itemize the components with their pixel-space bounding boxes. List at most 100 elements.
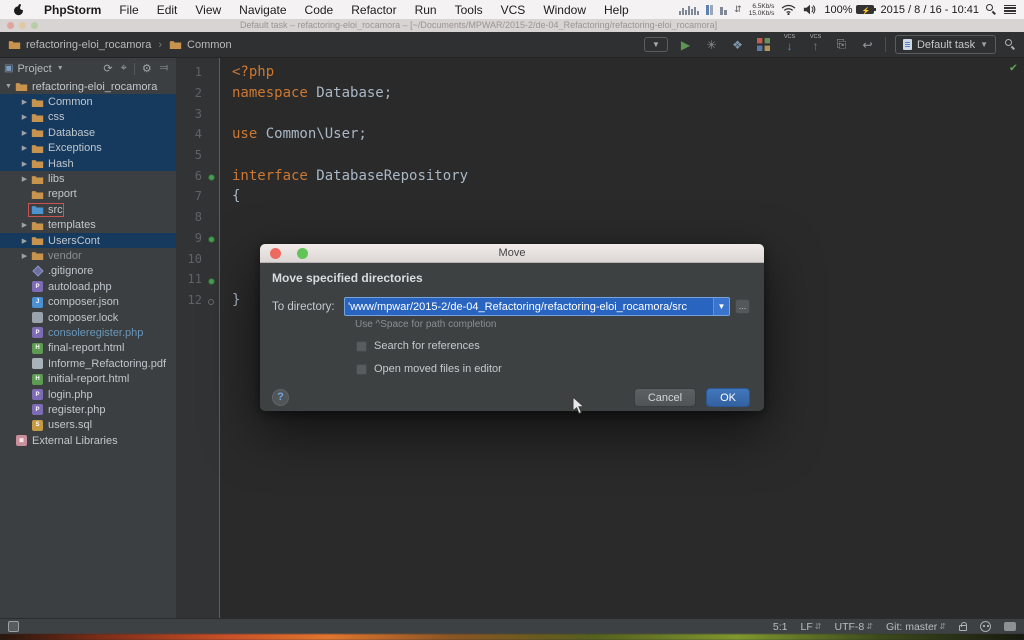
tree-item-database[interactable]: ▶Database [0,125,176,140]
run-icon[interactable]: ▶ [677,36,694,53]
spotlight-search-icon[interactable] [986,4,997,15]
tree-item-userscont[interactable]: ▶UsersCont [0,233,176,248]
tree-item-src[interactable]: src [0,202,176,217]
tree-item--gitignore[interactable]: .gitignore [0,264,176,279]
menu-item-run[interactable]: Run [406,3,446,17]
tree-item-css[interactable]: ▶css [0,110,176,125]
close-window-icon[interactable] [7,22,14,29]
tree-item-final-report-html[interactable]: Hfinal-report.html [0,341,176,356]
tree-expand-icon[interactable]: ▶ [20,221,29,229]
toolwindow-toggle-icon[interactable] [8,621,19,632]
menu-item-phpstorm[interactable]: PhpStorm [35,3,110,17]
tree-expand-icon[interactable]: ▶ [20,237,29,245]
code-line-3[interactable]: 3 [176,103,1024,124]
chevron-down-icon[interactable]: ▼ [57,65,64,72]
tree-item-autoload-php[interactable]: Pautoload.php [0,279,176,294]
hide-panel-icon[interactable]: ⫤ [160,62,168,75]
tree-item-login-php[interactable]: Plogin.php [0,387,176,402]
code-line-1[interactable]: 1<?php [176,62,1024,83]
menu-item-refactor[interactable]: Refactor [342,3,405,17]
tree-item-report[interactable]: report [0,187,176,202]
code-line-7[interactable]: 7{ [176,186,1024,207]
disk-meter-icon[interactable] [720,4,727,15]
browse-button[interactable]: ... [735,299,750,314]
event-log-icon[interactable] [1004,622,1016,631]
hector-inspection-icon[interactable] [980,621,991,632]
encoding-selector[interactable]: UTF-8⇵ [835,621,873,633]
code-line-2[interactable]: 2namespace Database; [176,83,1024,104]
open-moved-files-checkbox[interactable]: Open moved files in editor [356,363,750,375]
tree-item-templates[interactable]: ▶templates [0,218,176,233]
zoom-window-icon[interactable] [31,22,38,29]
tree-item-composer-lock[interactable]: composer.lock [0,310,176,325]
tree-item-refactoring-eloi-rocamora[interactable]: ▼refactoring-eloi_rocamora [0,79,176,94]
checkbox-icon[interactable] [356,364,367,375]
coverage-icon[interactable]: ❖ [729,36,746,53]
sync-icon[interactable]: ⟳ [103,62,112,75]
tree-expand-icon[interactable]: ▶ [20,144,29,152]
tree-item-initial-report-html[interactable]: Hinitial-report.html [0,371,176,386]
menu-item-navigate[interactable]: Navigate [230,3,295,17]
ok-button[interactable]: OK [706,388,750,407]
minimize-window-icon[interactable] [19,22,26,29]
write-access-lock-icon[interactable] [959,625,967,631]
directory-path-field[interactable]: 'www/mpwar/2015-2/de-04_Refactoring/refa… [344,297,730,316]
gutter-marker-icon[interactable] [202,290,220,309]
breadcrumb-project[interactable]: refactoring-eloi_rocamora [8,39,151,51]
vcs-push-icon[interactable]: ⎘ [833,36,850,53]
project-view-combo[interactable]: Project [17,63,51,75]
vcs-update-icon[interactable]: VCS↓ [781,36,798,53]
memory-meter-icon[interactable] [706,4,713,15]
help-button[interactable]: ? [272,389,289,406]
locate-icon[interactable]: ⌖ [121,62,127,75]
volume-icon[interactable] [803,4,817,15]
tree-item-vendor[interactable]: ▶vendor [0,248,176,263]
tree-expand-icon[interactable]: ▶ [20,175,29,183]
menu-item-tools[interactable]: Tools [446,3,492,17]
menu-item-window[interactable]: Window [534,3,595,17]
settings-gear-icon[interactable]: ⚙ [142,62,152,75]
window-traffic-lights[interactable] [7,22,38,29]
code-line-5[interactable]: 5 [176,145,1024,166]
gutter-marker-icon[interactable] [202,166,220,185]
apple-icon[interactable] [12,3,25,16]
menu-item-file[interactable]: File [110,3,147,17]
run-config-combo[interactable]: ▼ [644,37,668,52]
menu-item-help[interactable]: Help [595,3,638,17]
tree-expand-icon[interactable]: ▶ [20,129,29,137]
search-for-references-checkbox[interactable]: Search for references [356,340,750,352]
updown-arrows-icon[interactable]: ⇵ [734,4,742,15]
wifi-icon[interactable] [781,4,796,15]
tree-item-informe-refactoring-pdf[interactable]: Informe_Refactoring.pdf [0,356,176,371]
tree-item-libs[interactable]: ▶libs [0,171,176,186]
menu-item-view[interactable]: View [186,3,230,17]
tree-expand-icon[interactable]: ▶ [20,252,29,260]
tree-expand-icon[interactable]: ▼ [4,83,13,90]
tree-item-consoleregister-php[interactable]: Pconsoleregister.php [0,325,176,340]
vcs-commit-icon[interactable]: VCS↑ [807,36,824,53]
checkbox-icon[interactable] [356,341,367,352]
tree-item-exceptions[interactable]: ▶Exceptions [0,141,176,156]
inspection-ok-icon[interactable]: ✔ [1010,60,1017,74]
task-combo[interactable]: Default task ▼ [895,35,996,54]
tree-item-composer-json[interactable]: Jcomposer.json [0,294,176,309]
search-everywhere-icon[interactable] [1005,39,1016,50]
code-line-6[interactable]: 6interface DatabaseRepository [176,165,1024,186]
battery-indicator[interactable]: 100% ⚡ [824,4,873,16]
tree-expand-icon[interactable]: ▶ [20,113,29,121]
code-line-4[interactable]: 4use Common\User; [176,124,1024,145]
breadcrumb-common[interactable]: Common [169,39,232,51]
debug-icon[interactable]: ✳ [703,36,720,53]
menu-item-code[interactable]: Code [296,3,343,17]
profiler-icon[interactable] [755,36,772,53]
cancel-button[interactable]: Cancel [634,388,696,407]
tree-item-common[interactable]: ▶Common [0,94,176,109]
code-line-8[interactable]: 8 [176,207,1024,228]
revert-icon[interactable]: ↩ [859,36,876,53]
gutter-marker-icon[interactable] [202,270,220,289]
network-speed[interactable]: 6.5Kb/s 15.0Kb/s [749,3,775,17]
tree-expand-icon[interactable]: ▶ [20,160,29,168]
notification-center-icon[interactable] [1004,5,1016,15]
path-dropdown-icon[interactable]: ▼ [713,298,729,315]
line-ending-selector[interactable]: LF⇵ [801,621,822,633]
